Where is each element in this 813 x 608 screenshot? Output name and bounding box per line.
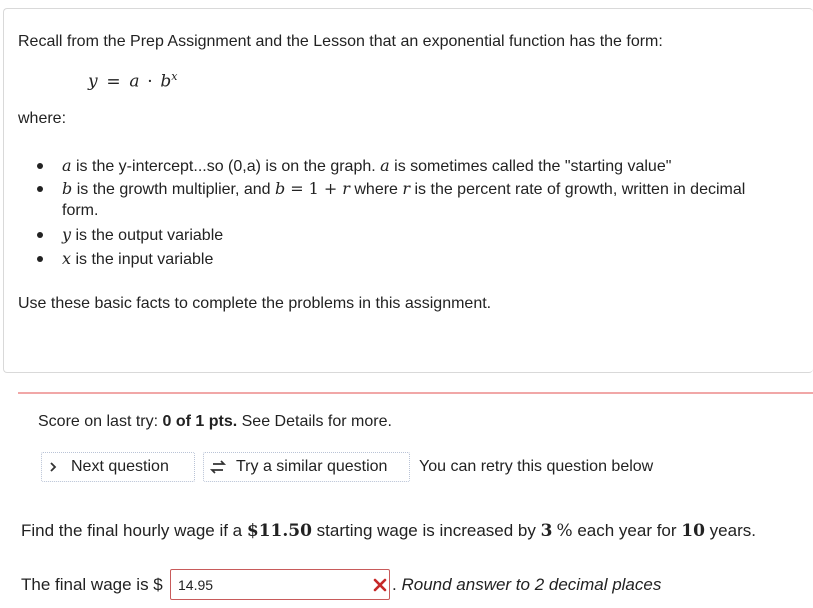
use-facts-text: Use these basic facts to complete the pr… <box>18 295 492 312</box>
round-hint: . Round answer to 2 decimal places <box>392 575 662 594</box>
score-text: Score on last try: 0 of 1 pts. See Detai… <box>38 413 392 430</box>
bullet-dot <box>37 163 43 169</box>
chevron-right-icon <box>50 462 57 472</box>
where-label: where: <box>18 110 67 127</box>
retry-note: You can retry this question below <box>419 458 654 475</box>
recall-text: Recall from the Prep Assignment and the … <box>18 33 663 50</box>
answer-label: The final wage is $ <box>21 575 163 594</box>
next-question-button[interactable]: Next question <box>41 452 195 482</box>
bullet-item-b-cont: form. <box>62 202 99 219</box>
bullet-item-a: a is the y-intercept...so (0,a) is on th… <box>62 156 672 175</box>
bullet-dot <box>37 256 43 262</box>
answer-input[interactable]: 14.95 <box>170 569 390 600</box>
divider <box>18 392 813 394</box>
bullet-dot <box>37 186 43 192</box>
exponential-formula: y = a · bx <box>88 70 178 92</box>
bullet-item-x: x is the input variable <box>62 249 214 268</box>
bullet-dot <box>37 232 43 238</box>
score-value: 0 of 1 pts. <box>162 413 238 430</box>
try-similar-label: Try a similar question <box>236 458 388 475</box>
question-text: Find the final hourly wage if a $11.50 s… <box>21 521 756 541</box>
bullet-item-y: y is the output variable <box>62 225 224 244</box>
try-similar-button[interactable]: Try a similar question <box>203 452 410 482</box>
answer-value: 14.95 <box>178 577 214 593</box>
incorrect-x-icon <box>373 578 387 592</box>
next-question-label: Next question <box>71 458 169 475</box>
refresh-icon <box>209 460 227 474</box>
bullet-item-b: b is the growth multiplier, and b = 1 + r wh… <box>62 179 746 198</box>
